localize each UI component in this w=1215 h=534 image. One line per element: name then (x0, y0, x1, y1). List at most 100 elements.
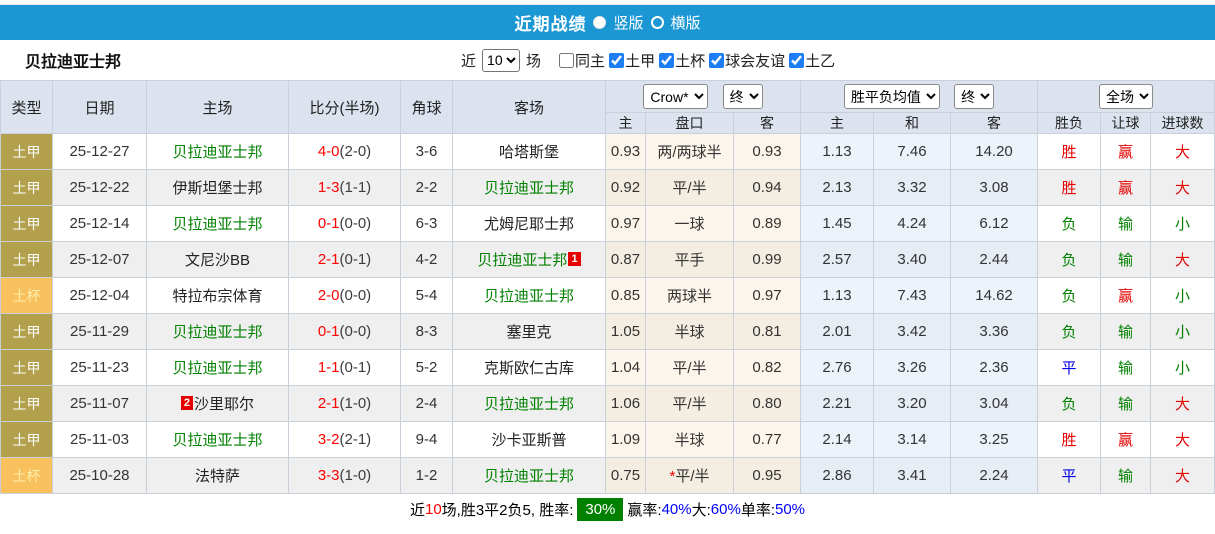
match-count-select[interactable]: 10 (482, 48, 521, 72)
cell-avg-draw: 3.20 (873, 385, 951, 422)
cell-handicap: 平/半 (645, 169, 734, 206)
cell-match-type: 土杯 (0, 457, 53, 494)
cell-odds-home: 1.05 (605, 313, 646, 350)
avg-final-select[interactable]: 终 (954, 84, 995, 109)
table-row: 土杯 25-12-04 特拉布宗体育 2-0(0-0) 5-4 贝拉迪亚士邦 0.85 两球半… (0, 277, 1215, 314)
filter-checkbox-土甲[interactable] (609, 52, 625, 68)
cell-result-wdl: 胜 (1037, 169, 1102, 206)
cell-result-handicap: 输 (1100, 457, 1152, 494)
cell-date: 25-10-28 (52, 457, 147, 494)
cell-handicap: 平手 (645, 241, 734, 278)
cell-corners: 2-2 (400, 169, 453, 206)
cell-away-team: 贝拉迪亚士邦 (452, 385, 606, 422)
filter-bar: 贝拉迪亚士邦 近 10 场 同主 土甲 土杯 球会友谊 土乙 (0, 40, 1215, 80)
cell-result-handicap: 输 (1100, 205, 1152, 242)
cell-date: 25-12-22 (52, 169, 147, 206)
cell-match-type: 土甲 (0, 349, 53, 386)
cell-score: 1-3(1-1) (288, 169, 401, 206)
cell-avg-lose: 3.25 (949, 421, 1039, 458)
avg-type-select[interactable]: 胜平负均值 (843, 84, 940, 109)
sub-header-0: 主 (605, 112, 646, 134)
filter-checkbox-label[interactable]: 同主 (575, 53, 605, 70)
scope-select[interactable]: 全场 (1099, 84, 1153, 109)
table-row: 土甲 25-11-23 贝拉迪亚士邦 1-1(0-1) 5-2 克斯欧仁古库 1.04 平/半… (0, 349, 1215, 386)
cell-away-team: 沙卡亚斯普 (452, 421, 606, 458)
cell-date: 25-12-27 (52, 133, 147, 170)
cell-away-team: 尤姆尼耶士邦 (452, 205, 606, 242)
vertical-layout-label[interactable]: 竖版 (613, 12, 643, 33)
cell-avg-win: 1.45 (800, 205, 874, 242)
cell-result-goals: 小 (1150, 313, 1215, 350)
cell-corners: 8-3 (400, 313, 453, 350)
cell-odds-home: 0.87 (605, 241, 646, 278)
cell-avg-draw: 3.42 (873, 313, 951, 350)
col-header-home: 主场 (146, 80, 289, 134)
cell-score: 0-1(0-0) (288, 313, 401, 350)
cell-result-handicap: 赢 (1100, 169, 1152, 206)
sub-header-6: 胜负 (1037, 112, 1102, 134)
cell-handicap: 半球 (645, 313, 734, 350)
cell-odds-away: 0.99 (733, 241, 801, 278)
cell-odds-away: 0.81 (733, 313, 801, 350)
cell-odds-home: 0.93 (605, 133, 646, 170)
table-row: 土甲 25-11-29 贝拉迪亚士邦 0-1(0-0) 8-3 塞里克 1.05 半球 0.81… (0, 313, 1215, 350)
summary-segment: 50% (774, 501, 806, 518)
cell-handicap: 两球半 (645, 277, 734, 314)
summary-segment: 近 (409, 502, 425, 519)
cell-odds-home: 0.92 (605, 169, 646, 206)
cell-corners: 2-4 (400, 385, 453, 422)
cell-score: 2-1(0-1) (288, 241, 401, 278)
table-row: 土甲 25-12-14 贝拉迪亚士邦 0-1(0-0) 6-3 尤姆尼耶士邦 0.97 一球 0… (0, 205, 1215, 242)
vertical-layout-radio[interactable] (593, 16, 607, 29)
handicap-star: * (669, 468, 676, 485)
summary-segment: 赢率: (627, 502, 662, 519)
cell-result-wdl: 负 (1037, 385, 1102, 422)
cell-score: 1-1(0-1) (288, 349, 401, 386)
sub-header-2: 客 (733, 112, 801, 134)
league-checkbox-group: 同主 土甲 土杯 球会友谊 土乙 (555, 50, 835, 71)
cell-handicap: *平/半 (645, 457, 734, 494)
col-header-score: 比分(半场) (288, 80, 401, 134)
cell-home-team: 法特萨 (146, 457, 289, 494)
summary-segment: 场,胜3平2负5, 胜率: (441, 502, 574, 519)
cell-home-team: 贝拉迪亚士邦 (146, 349, 289, 386)
cell-avg-draw: 3.14 (873, 421, 951, 458)
cell-avg-win: 1.13 (800, 133, 874, 170)
cell-odds-home: 0.97 (605, 205, 646, 242)
filter-checkbox-label[interactable]: 土杯 (675, 53, 705, 70)
filter-checkbox-label[interactable]: 土乙 (805, 53, 835, 70)
filter-checkbox-同主[interactable] (559, 52, 575, 68)
cell-avg-win: 2.76 (800, 349, 874, 386)
cell-odds-away: 0.93 (733, 133, 801, 170)
cell-result-handicap: 输 (1100, 385, 1152, 422)
cell-result-goals: 大 (1150, 133, 1215, 170)
cell-away-team: 克斯欧仁古库 (452, 349, 606, 386)
horizontal-layout-label[interactable]: 横版 (671, 12, 701, 33)
sub-header-8: 进球数 (1150, 112, 1215, 134)
col-header-type: 类型 (0, 80, 53, 134)
cell-odds-home: 1.04 (605, 349, 646, 386)
filter-checkbox-label[interactable]: 球会友谊 (725, 53, 785, 70)
cell-date: 25-11-29 (52, 313, 147, 350)
cell-odds-away: 0.89 (733, 205, 801, 242)
cell-avg-lose: 2.44 (949, 241, 1039, 278)
filter-checkbox-球会友谊[interactable] (709, 52, 725, 68)
cell-odds-away: 0.77 (733, 421, 801, 458)
summary-segment: 60% (710, 501, 741, 518)
filter-checkbox-土乙[interactable] (789, 52, 805, 68)
cell-avg-lose: 3.36 (949, 313, 1039, 350)
odds-final-select[interactable]: 终 (722, 84, 763, 109)
filter-checkbox-土杯[interactable] (659, 52, 675, 68)
cell-avg-lose: 2.24 (949, 457, 1039, 494)
cell-match-type: 土甲 (0, 169, 53, 206)
odds-group-header: Crow* 终 (605, 80, 801, 113)
bookmaker-select[interactable]: Crow* (643, 84, 709, 109)
filter-checkbox-label[interactable]: 土甲 (625, 53, 655, 70)
table-row: 土甲 25-11-07 2 沙里耶尔 2-1(1-0) 2-4 贝拉迪亚士邦 1.06 平/半 0… (0, 385, 1215, 422)
cell-corners: 4-2 (400, 241, 453, 278)
col-header-date: 日期 (52, 80, 147, 134)
cell-date: 25-11-03 (52, 421, 147, 458)
horizontal-layout-radio[interactable] (650, 16, 664, 29)
cell-away-team: 贝拉迪亚士邦 1 (452, 241, 606, 278)
cell-result-goals: 大 (1150, 421, 1215, 458)
